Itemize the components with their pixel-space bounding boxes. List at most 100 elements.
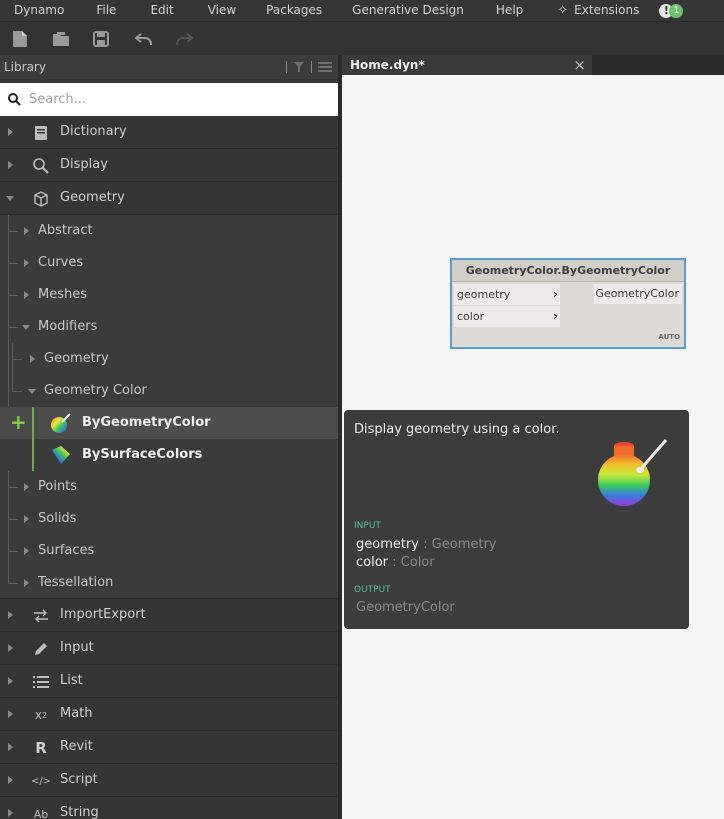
library-search[interactable] <box>0 83 338 116</box>
expand-arrow-icon <box>8 710 13 718</box>
menu-file[interactable]: File <box>78 0 130 21</box>
expand-arrow-icon <box>24 259 29 267</box>
param-type: : Color <box>392 555 435 570</box>
subcategory-label: Modifiers <box>38 319 98 334</box>
input-port-geometry[interactable]: geometry › <box>454 284 560 305</box>
extension-icon: ✧ <box>557 3 569 18</box>
subcategory-modifiers[interactable]: Modifiers <box>0 311 338 343</box>
category-geometry[interactable]: Geometry <box>0 182 338 215</box>
expand-arrow-icon <box>8 161 13 169</box>
expand-arrow-icon <box>24 483 29 491</box>
dynamo-window: Dynamo File Edit View Packages Generativ… <box>0 0 724 819</box>
undo-icon <box>134 32 152 45</box>
save-button[interactable] <box>93 22 113 56</box>
category-import-export[interactable]: ImportExport <box>0 599 338 632</box>
category-label: Revit <box>60 739 93 754</box>
menu-generative-design[interactable]: Generative Design <box>336 0 478 21</box>
subcategory-meshes[interactable]: Meshes <box>0 279 338 311</box>
subcategory-tessellation[interactable]: Tessellation <box>0 567 338 599</box>
filter-icon[interactable] <box>293 61 305 73</box>
category-label: List <box>60 673 83 688</box>
category-list[interactable]: List <box>0 665 338 698</box>
expand-arrow-icon <box>8 644 13 652</box>
expand-arrow-icon <box>8 677 13 685</box>
superscript-icon: x2 <box>34 708 48 722</box>
open-file-icon <box>53 31 69 46</box>
category-display[interactable]: Display <box>0 149 338 182</box>
category-dictionary[interactable]: Dictionary <box>0 116 338 149</box>
chevron-right-icon: › <box>553 309 558 323</box>
subcategory-points[interactable]: Points <box>0 471 338 503</box>
subcategory-label: Abstract <box>38 223 93 238</box>
expand-arrow-icon <box>24 227 29 235</box>
divider <box>311 61 312 73</box>
subcategory-label: Tessellation <box>38 575 114 590</box>
expand-arrow-icon <box>24 515 29 523</box>
notification-indicator[interactable]: ! 1 <box>659 3 684 18</box>
close-icon[interactable]: × <box>573 57 586 73</box>
cube-icon <box>32 190 50 208</box>
expand-arrow-icon <box>24 579 29 587</box>
subcategory-surfaces[interactable]: Surfaces <box>0 535 338 567</box>
menu-dynamo[interactable]: Dynamo <box>0 0 78 21</box>
member-by-geometry-color[interactable]: + ByGeometryColor <box>0 407 338 439</box>
tree-line <box>8 327 18 328</box>
subcategory-label: Geometry <box>44 351 109 366</box>
divider <box>286 61 287 73</box>
new-file-button[interactable] <box>12 22 32 56</box>
chevron-right-icon: › <box>553 287 558 301</box>
tooltip-param-color: color : Color <box>356 555 435 570</box>
import-export-icon <box>32 607 50 625</box>
tree-line <box>8 551 18 552</box>
category-string[interactable]: Ab String <box>0 797 338 819</box>
subcategory-label: Surfaces <box>38 543 95 558</box>
member-by-surface-colors[interactable]: BySurfaceColors <box>0 439 338 471</box>
category-script[interactable]: </> Script <box>0 764 338 797</box>
tooltip-param-geometry: geometry : Geometry <box>356 537 497 552</box>
subcategory-curves[interactable]: Curves <box>0 247 338 279</box>
pencil-icon <box>32 640 50 658</box>
tab-home[interactable]: Home.dyn* × <box>342 55 592 75</box>
node-tooltip: Display geometry using a color. INPUT ge… <box>344 410 689 629</box>
subcategory-label: Curves <box>38 255 84 270</box>
tooltip-input-header: INPUT <box>354 521 381 531</box>
add-node-icon[interactable]: + <box>10 412 27 432</box>
expand-arrow-icon <box>8 611 13 619</box>
redo-button[interactable] <box>174 22 194 56</box>
subcategory-solids[interactable]: Solids <box>0 503 338 535</box>
subcategory-abstract[interactable]: Abstract <box>0 215 338 247</box>
output-port[interactable]: GeometryColor <box>594 284 682 304</box>
category-label: Input <box>60 640 94 655</box>
revit-icon: R <box>35 739 47 757</box>
menu-view[interactable]: View <box>188 0 250 21</box>
subcategory-label: Geometry Color <box>44 383 147 398</box>
category-input[interactable]: Input <box>0 632 338 665</box>
category-revit[interactable]: R Revit <box>0 731 338 764</box>
subcategory-geometry-color[interactable]: Geometry Color <box>0 375 338 407</box>
view-list-icon[interactable] <box>318 61 332 73</box>
tree-line <box>8 487 18 488</box>
search-input[interactable] <box>29 92 319 107</box>
subcategory-label: Solids <box>38 511 77 526</box>
menu-edit[interactable]: Edit <box>130 0 187 21</box>
workspace-tabbar: Home.dyn* × <box>342 55 724 75</box>
text-icon: Ab <box>33 807 49 819</box>
subcategory-label: Meshes <box>38 287 87 302</box>
category-math[interactable]: x2 Math <box>0 698 338 731</box>
library-header: Library <box>0 55 338 79</box>
category-label: String <box>60 805 99 819</box>
magnifier-icon <box>32 157 50 175</box>
port-label: geometry <box>457 288 511 301</box>
menu-help[interactable]: Help <box>478 0 537 21</box>
input-port-color[interactable]: color › <box>454 306 560 327</box>
collapse-arrow-icon <box>28 389 36 394</box>
expand-arrow-icon <box>8 776 13 784</box>
undo-button[interactable] <box>134 22 154 56</box>
menu-extensions[interactable]: ✧ Extensions <box>537 0 653 21</box>
node-geometry-color[interactable]: GeometryColor.ByGeometryColor geometry ›… <box>450 258 686 349</box>
category-label: Dictionary <box>60 124 127 139</box>
subcategory-geometry[interactable]: Geometry <box>0 343 338 375</box>
open-file-button[interactable] <box>52 22 72 56</box>
menu-packages[interactable]: Packages <box>250 0 336 21</box>
member-indicator <box>32 439 34 471</box>
